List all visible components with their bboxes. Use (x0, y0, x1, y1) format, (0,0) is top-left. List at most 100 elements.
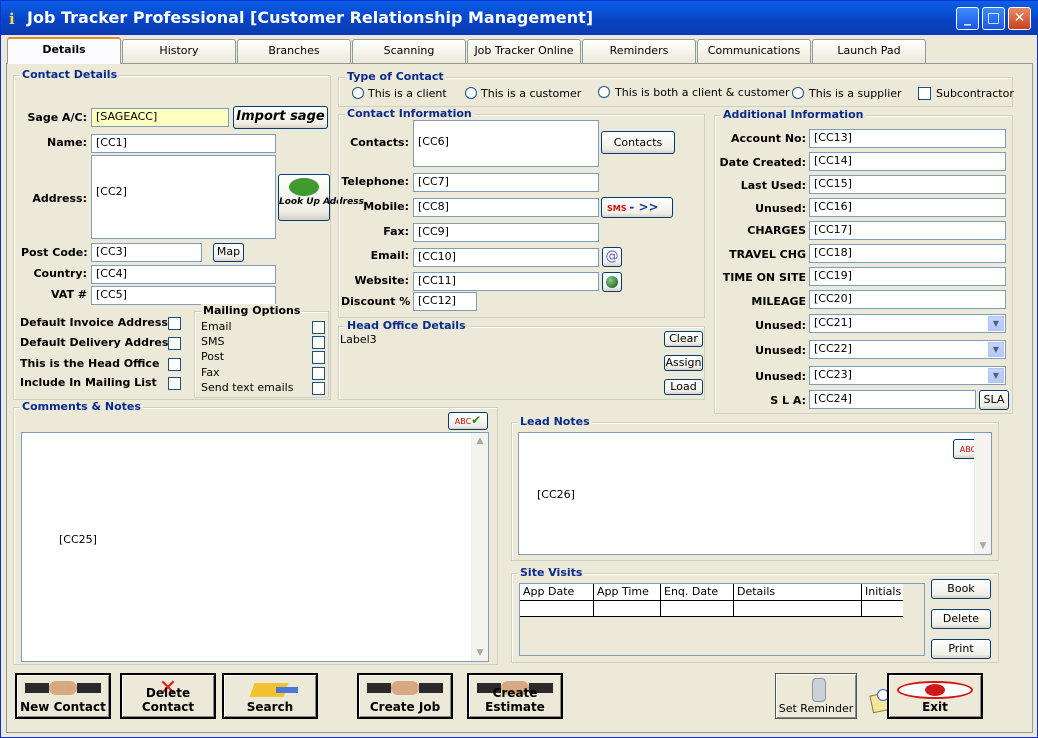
column-details[interactable]: Details (734, 584, 862, 600)
mailing-text-emails-checkbox[interactable] (312, 382, 325, 395)
discount-field[interactable]: [CC12] (413, 292, 477, 311)
mailing-email-checkbox[interactable] (312, 321, 325, 334)
scroll-up-icon[interactable]: ▲ (472, 433, 488, 449)
radio-supplier-label: This is a supplier (809, 87, 902, 100)
maximize-button[interactable]: □ (982, 7, 1005, 30)
lead-notes-scrollbar[interactable]: ▼ (974, 433, 991, 554)
mailing-sms-checkbox[interactable] (312, 336, 325, 349)
mobile-field[interactable]: [CC8] (413, 198, 599, 217)
scroll-down-icon[interactable]: ▼ (472, 645, 488, 661)
sla-field[interactable]: [CC24] (809, 390, 976, 409)
book-button[interactable]: Book (931, 579, 991, 599)
exit-button[interactable]: Exit (887, 673, 983, 719)
tab-reminders[interactable]: Reminders (582, 39, 696, 63)
app-icon: i (9, 10, 15, 28)
telephone-field[interactable]: [CC7] (413, 173, 599, 192)
unused-2-dropdown[interactable]: [CC21] ▼ (809, 314, 1006, 333)
tab-communications[interactable]: Communications (697, 39, 811, 63)
tab-job-tracker-online[interactable]: Job Tracker Online (467, 39, 581, 63)
website-label: Website: (354, 274, 409, 287)
include-mailing-checkbox[interactable] (168, 377, 181, 390)
assign-button[interactable]: Assign (664, 355, 703, 371)
spellcheck-comments-label: ABC (454, 417, 472, 426)
radio-both[interactable] (598, 86, 610, 98)
last-used-field[interactable]: [CC15] (809, 175, 1006, 194)
spellcheck-comments-button[interactable]: ABC✔ (448, 412, 488, 430)
search-button[interactable]: Search (222, 673, 318, 719)
address-label: Address: (32, 192, 87, 205)
lookup-address-button[interactable]: Look Up Address (278, 174, 364, 221)
head-office-checkbox[interactable] (168, 358, 181, 371)
radio-supplier[interactable] (792, 87, 804, 99)
radio-client[interactable] (352, 87, 364, 99)
sla-button[interactable]: SLA (979, 390, 1009, 410)
fax-field[interactable]: [CC9] (413, 223, 599, 242)
map-button[interactable]: Map (213, 243, 244, 262)
mailing-post-checkbox[interactable] (312, 351, 325, 364)
new-contact-button[interactable]: New Contact (15, 673, 111, 719)
head-office-value: Label3 (340, 333, 377, 346)
tab-branches[interactable]: Branches (237, 39, 351, 63)
load-button[interactable]: Load (664, 379, 703, 395)
column-initials[interactable]: Initials (862, 584, 902, 600)
account-no-field[interactable]: [CC13] (809, 129, 1006, 148)
charges-field[interactable]: [CC17] (809, 221, 1006, 240)
unused-3-dropdown[interactable]: [CC22] ▼ (809, 340, 1006, 359)
lead-notes-textarea[interactable]: [CC26] ABC✔ ▼ (518, 432, 992, 555)
tab-details[interactable]: Details (7, 37, 121, 64)
clear-button[interactable]: Clear (664, 331, 703, 347)
tab-scanning[interactable]: Scanning (352, 39, 466, 63)
column-enq-date[interactable]: Enq. Date (661, 584, 734, 600)
mileage-field[interactable]: [CC20] (809, 290, 1006, 309)
chevron-down-icon[interactable]: ▼ (988, 342, 1004, 357)
travel-charge-field[interactable]: [CC18] (809, 244, 1006, 263)
scroll-down-icon[interactable]: ▼ (975, 538, 991, 554)
chevron-down-icon[interactable]: ▼ (988, 368, 1004, 383)
vat-field[interactable]: [CC5] (91, 286, 276, 305)
print-button[interactable]: Print (931, 639, 991, 659)
subcontractor-checkbox[interactable] (918, 87, 931, 100)
default-invoice-checkbox[interactable] (168, 317, 181, 330)
title-bar[interactable]: i Job Tracker Professional [Customer Rel… (1, 1, 1038, 35)
email-field[interactable]: [CC10] (413, 248, 599, 267)
delete-visit-button[interactable]: Delete (931, 609, 991, 629)
site-visits-table[interactable]: App Date App Time Enq. Date Details Init… (519, 583, 925, 656)
address-field[interactable]: [CC2] (91, 155, 276, 239)
date-created-field[interactable]: [CC14] (809, 152, 1006, 171)
import-sage-button[interactable]: Import sage (233, 106, 328, 129)
name-field[interactable]: [CC1] (91, 134, 276, 153)
globe-icon[interactable] (602, 272, 622, 292)
mailing-fax-checkbox[interactable] (312, 367, 325, 380)
mileage-label: MILEAGE (751, 295, 806, 308)
search-folder-icon (228, 679, 312, 699)
unused-1-field[interactable]: [CC16] (809, 198, 1006, 217)
email-at-icon[interactable]: @ (602, 247, 622, 267)
time-on-site-field[interactable]: [CC19] (809, 267, 1006, 286)
radio-customer[interactable] (465, 87, 477, 99)
comments-scrollbar[interactable]: ▲ ▼ (471, 433, 488, 661)
minimize-button[interactable]: _ (956, 7, 979, 30)
contacts-button[interactable]: Contacts (601, 131, 675, 154)
set-reminder-label: Set Reminder (778, 702, 854, 715)
delete-contact-button[interactable]: ✕ Delete Contact (120, 673, 216, 719)
website-field[interactable]: [CC11] (413, 272, 599, 291)
sms-button-label: SMS (607, 204, 627, 213)
sms-button[interactable]: SMS - >> (601, 197, 673, 218)
tab-launch-pad[interactable]: Launch Pad (812, 39, 926, 63)
postcode-field[interactable]: [CC3] (91, 243, 202, 262)
sage-account-field[interactable]: [SAGEACC] (91, 108, 229, 127)
tab-history[interactable]: History (122, 39, 236, 63)
comments-textarea[interactable]: [CC25] ▲ ▼ (21, 432, 489, 662)
set-reminder-button[interactable]: Set Reminder (775, 673, 857, 719)
column-app-time[interactable]: App Time (594, 584, 661, 600)
unused-4-dropdown[interactable]: [CC23] ▼ (809, 366, 1006, 385)
table-row[interactable] (520, 601, 903, 617)
chevron-down-icon[interactable]: ▼ (988, 316, 1004, 331)
country-field[interactable]: [CC4] (91, 265, 276, 284)
close-button[interactable]: ✕ (1008, 7, 1031, 30)
default-delivery-checkbox[interactable] (168, 337, 181, 350)
column-app-date[interactable]: App Date (520, 584, 594, 600)
create-job-button[interactable]: Create Job (357, 673, 453, 719)
create-estimate-button[interactable]: Create Estimate (467, 673, 563, 719)
contacts-field[interactable]: [CC6] (413, 120, 599, 167)
